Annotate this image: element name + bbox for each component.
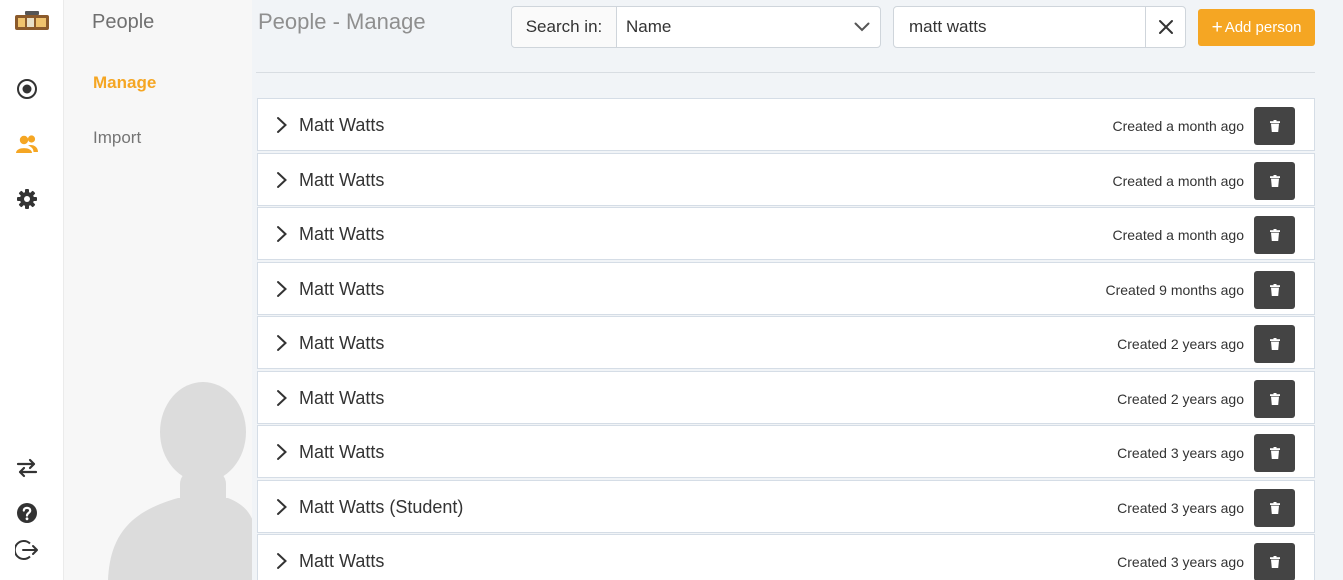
person-name: Matt Watts (Student) bbox=[299, 496, 464, 517]
created-date: Created 2 years ago bbox=[1117, 390, 1244, 407]
chevron-right-icon bbox=[277, 226, 287, 242]
person-row[interactable]: Matt Watts (Student) Created 3 years ago bbox=[257, 479, 1315, 533]
delete-button[interactable] bbox=[1254, 379, 1295, 418]
delete-button[interactable] bbox=[1254, 107, 1295, 145]
icon-rail bbox=[0, 0, 64, 580]
people-subnav: People Manage Import bbox=[64, 0, 252, 580]
search-box bbox=[893, 6, 1186, 48]
clear-search-button[interactable] bbox=[1145, 7, 1185, 47]
person-name: Matt Watts bbox=[299, 551, 385, 571]
main-content: People - Manage Search in: Name + Add pe… bbox=[252, 0, 1343, 580]
chevron-right-icon bbox=[277, 389, 287, 406]
close-icon bbox=[1158, 20, 1173, 34]
add-person-button[interactable]: + Add person bbox=[1198, 9, 1315, 46]
chevron-right-icon bbox=[277, 171, 287, 188]
delete-button[interactable] bbox=[1254, 270, 1295, 309]
trash-icon bbox=[1269, 501, 1280, 514]
person-name: Matt Watts bbox=[299, 333, 385, 353]
subnav-title: People bbox=[92, 11, 155, 33]
delete-button[interactable] bbox=[1254, 161, 1295, 200]
page-title: People - Manage bbox=[258, 9, 426, 34]
person-silhouette-image bbox=[108, 380, 252, 580]
created-date: Created 3 years ago bbox=[1117, 445, 1244, 461]
delete-button[interactable] bbox=[1254, 488, 1295, 527]
search-field-select[interactable]: Name bbox=[617, 7, 880, 47]
person-name: Matt Watts bbox=[299, 224, 385, 244]
header-divider bbox=[256, 72, 1315, 73]
chevron-right-icon bbox=[277, 280, 287, 297]
created-date: Created a month ago bbox=[1112, 227, 1244, 243]
person-row[interactable]: Matt Watts Created a month ago bbox=[257, 152, 1315, 206]
person-row[interactable]: Matt Watts Created 3 years ago bbox=[257, 534, 1315, 580]
person-row[interactable]: Matt Watts Created a month ago bbox=[257, 207, 1315, 260]
created-date: Created 9 months ago bbox=[1105, 281, 1244, 298]
plus-icon: + bbox=[1211, 17, 1223, 38]
person-row[interactable]: Matt Watts Created 2 years ago bbox=[257, 316, 1315, 369]
delete-button[interactable] bbox=[1254, 325, 1295, 363]
search-field-value: Name bbox=[626, 17, 672, 36]
trash-icon bbox=[1269, 447, 1280, 459]
chevron-right-icon bbox=[277, 444, 287, 460]
person-name: Matt Watts bbox=[299, 387, 385, 408]
person-row[interactable]: Matt Watts Created 2 years ago bbox=[257, 370, 1315, 424]
created-date: Created a month ago bbox=[1112, 118, 1244, 134]
trash-icon bbox=[1269, 392, 1280, 405]
help-icon[interactable] bbox=[14, 500, 40, 526]
dashboard-icon[interactable] bbox=[14, 76, 40, 102]
delete-button[interactable] bbox=[1254, 216, 1295, 254]
person-name: Matt Watts bbox=[299, 169, 385, 190]
person-row[interactable]: Matt Watts Created 9 months ago bbox=[257, 261, 1315, 315]
search-input[interactable] bbox=[894, 7, 1145, 47]
trash-icon bbox=[1269, 229, 1280, 241]
subnav-item-import[interactable]: Import bbox=[93, 128, 141, 148]
app-logo[interactable] bbox=[13, 10, 51, 32]
switch-icon[interactable] bbox=[14, 455, 40, 481]
created-date: Created 2 years ago bbox=[1117, 336, 1244, 352]
chevron-down-icon bbox=[854, 22, 870, 32]
person-name: Matt Watts bbox=[299, 278, 385, 299]
created-date: Created a month ago bbox=[1112, 172, 1244, 189]
logout-icon[interactable] bbox=[14, 537, 40, 563]
subnav-item-manage[interactable]: Manage bbox=[93, 73, 156, 93]
created-date: Created 3 years ago bbox=[1117, 554, 1244, 570]
person-name: Matt Watts bbox=[299, 442, 385, 462]
delete-button[interactable] bbox=[1254, 543, 1295, 580]
chevron-right-icon bbox=[277, 553, 287, 569]
trash-icon bbox=[1269, 120, 1280, 132]
person-name: Matt Watts bbox=[299, 115, 385, 135]
trash-icon bbox=[1269, 283, 1280, 296]
created-date: Created 3 years ago bbox=[1117, 499, 1244, 516]
delete-button[interactable] bbox=[1254, 434, 1295, 472]
trash-icon bbox=[1269, 338, 1280, 350]
chevron-right-icon bbox=[277, 335, 287, 351]
people-list: Matt Watts Created a month ago Matt Watt… bbox=[257, 98, 1315, 580]
trash-icon bbox=[1269, 174, 1280, 187]
person-row[interactable]: Matt Watts Created a month ago bbox=[257, 98, 1315, 151]
settings-icon[interactable] bbox=[14, 186, 40, 212]
chevron-right-icon bbox=[277, 117, 287, 133]
chevron-right-icon bbox=[277, 498, 287, 515]
trash-icon bbox=[1269, 556, 1280, 568]
search-in-label: Search in: bbox=[512, 7, 617, 47]
person-row[interactable]: Matt Watts Created 3 years ago bbox=[257, 425, 1315, 478]
people-icon[interactable] bbox=[14, 131, 40, 157]
add-person-label: Add person bbox=[1224, 19, 1302, 36]
search-field-selector: Search in: Name bbox=[511, 6, 881, 48]
